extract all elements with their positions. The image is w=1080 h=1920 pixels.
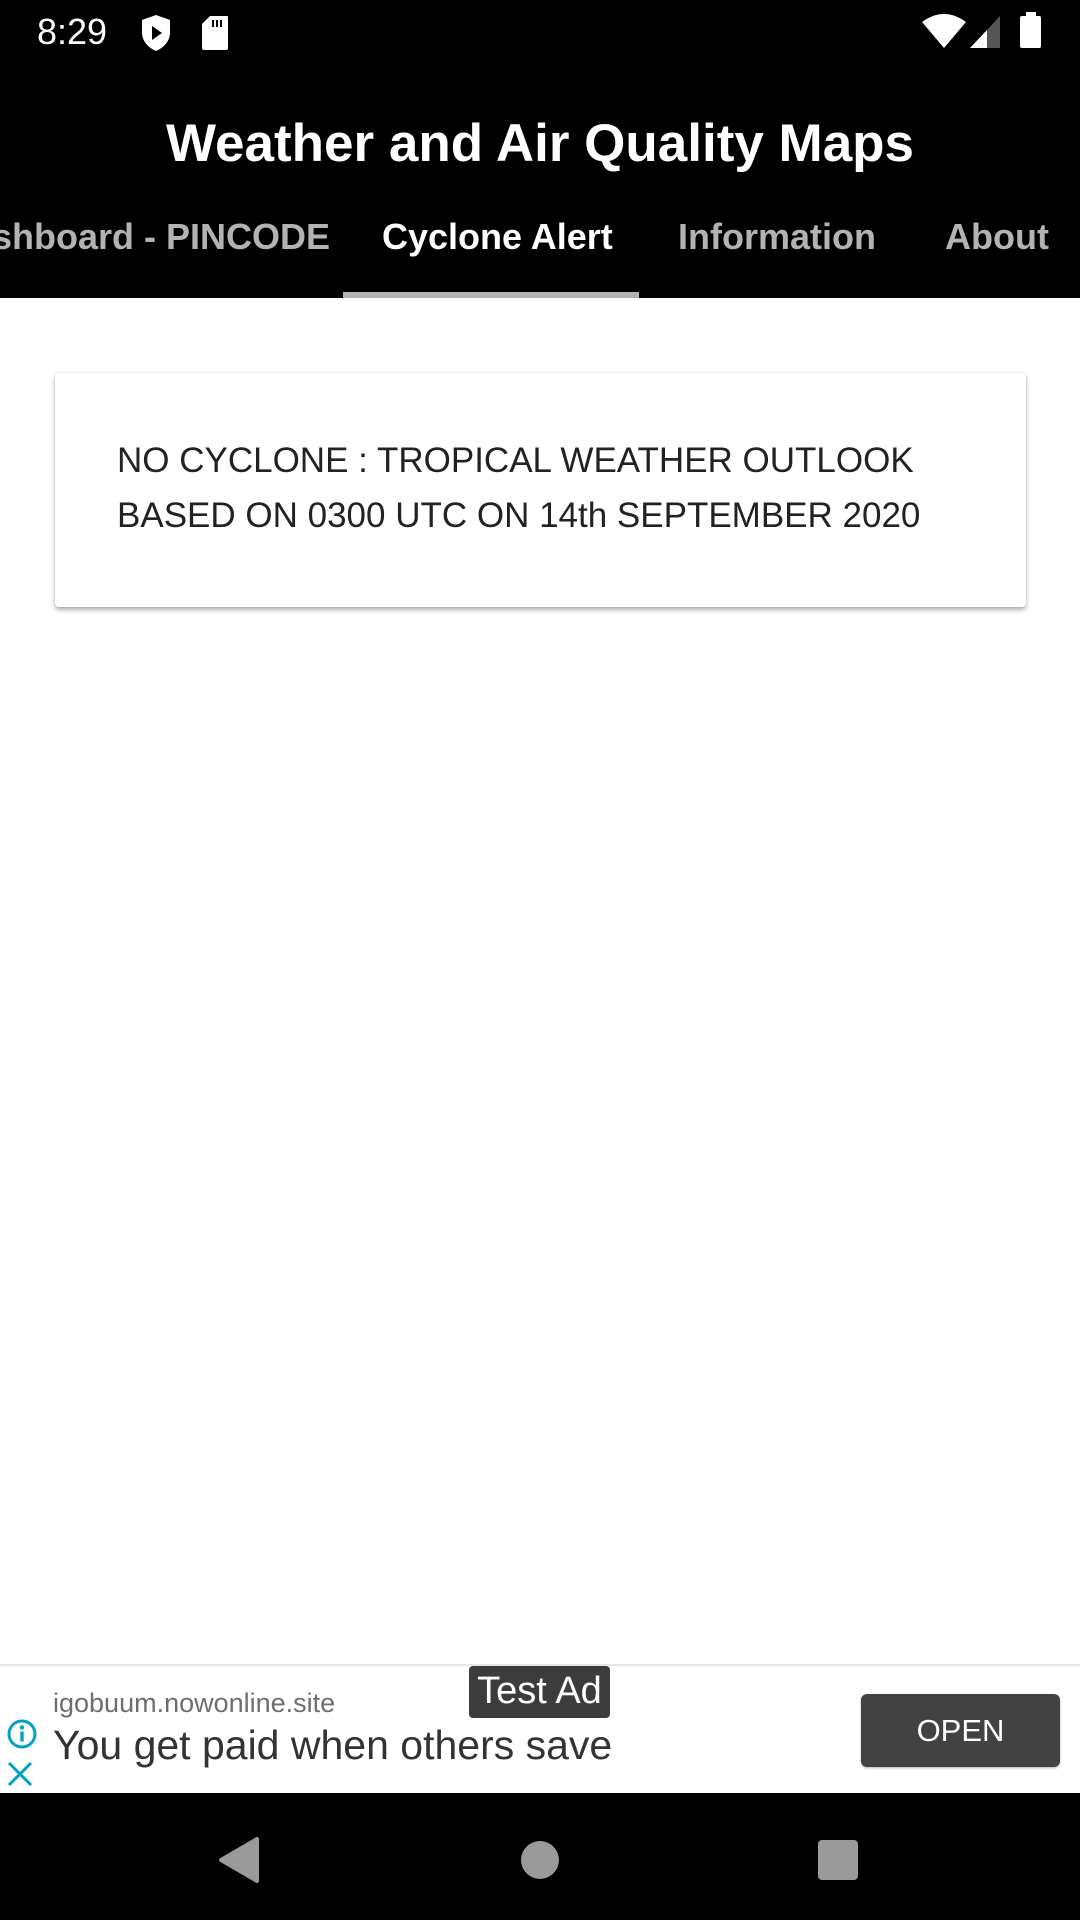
app-bar: Weather and Air Quality Maps shboard - P… <box>0 95 1080 298</box>
status-bar: 8:29 <box>0 0 1080 95</box>
alert-text: NO CYCLONE : TROPICAL WEATHER OUTLOOK BA… <box>117 433 986 543</box>
sd-card-icon <box>202 16 228 50</box>
recents-icon[interactable] <box>798 1823 878 1903</box>
alert-line-1: NO CYCLONE : TROPICAL WEATHER OUTLOOK <box>117 441 914 480</box>
test-ad-badge: Test Ad <box>469 1666 610 1718</box>
cyclone-alert-card: NO CYCLONE : TROPICAL WEATHER OUTLOOK BA… <box>55 373 1026 607</box>
battery-icon <box>1020 12 1041 48</box>
back-icon[interactable] <box>198 1823 278 1903</box>
home-icon[interactable] <box>500 1823 580 1903</box>
close-icon[interactable] <box>6 1760 34 1788</box>
tab-about[interactable]: About <box>945 215 1049 259</box>
tab-indicator <box>343 292 639 298</box>
tab-bar: shboard - PINCODE Cyclone Alert Informat… <box>0 195 1080 298</box>
cell-signal-icon <box>970 16 1000 48</box>
app-title: Weather and Air Quality Maps <box>165 114 915 173</box>
alert-line-2: BASED ON 0300 UTC ON 14th SEPTEMBER 2020 <box>117 496 921 535</box>
ad-banner[interactable]: igobuum.nowonline.site Test Ad You get p… <box>0 1664 1080 1795</box>
ad-domain: igobuum.nowonline.site <box>53 1688 336 1718</box>
play-protect-icon <box>142 15 170 51</box>
tab-cyclone-alert[interactable]: Cyclone Alert <box>382 215 613 259</box>
status-time: 8:29 <box>37 11 108 52</box>
info-icon[interactable] <box>6 1718 38 1750</box>
tab-information[interactable]: Information <box>678 215 876 259</box>
ad-open-button[interactable]: OPEN <box>861 1694 1060 1767</box>
ad-headline: You get paid when others save <box>53 1722 613 1768</box>
wifi-icon <box>922 14 966 48</box>
navigation-bar <box>0 1793 1080 1920</box>
tab-dashboard-pincode[interactable]: shboard - PINCODE <box>0 215 330 259</box>
